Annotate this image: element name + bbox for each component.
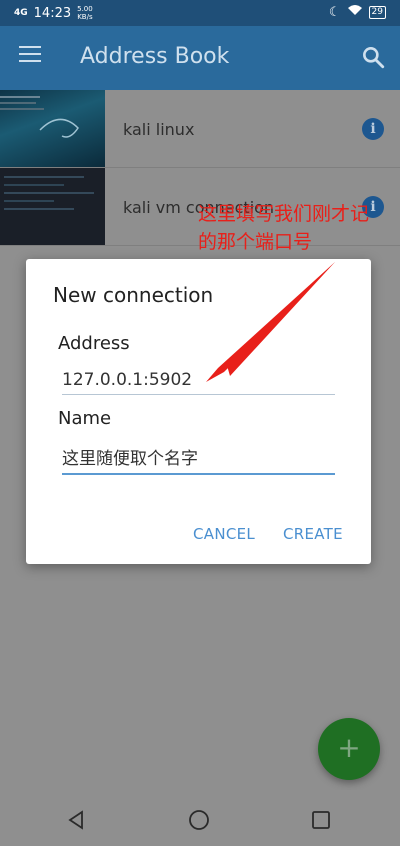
connection-thumbnail: [0, 90, 105, 167]
search-icon[interactable]: [360, 44, 386, 70]
battery-icon: 29: [368, 5, 386, 19]
annotation-text: 这里填写我们刚才记 的那个端口号: [198, 200, 398, 256]
connection-label: kali linux: [123, 120, 195, 139]
navigation-bar: [0, 790, 400, 846]
new-connection-dialog: New connection Address 127.0.0.1:5902 Na…: [26, 259, 371, 564]
status-bar: 4G 14:23 5.00 KB/s ☾ 29: [0, 0, 400, 26]
add-connection-button[interactable]: +: [318, 718, 380, 780]
address-input[interactable]: 127.0.0.1:5902: [62, 370, 335, 395]
name-input[interactable]: 这里随便取个名字: [62, 444, 335, 475]
list-item[interactable]: kali linux i: [0, 90, 400, 168]
recents-icon[interactable]: [309, 808, 333, 832]
address-label: Address: [58, 333, 130, 354]
annotation-line-1: 这里填写我们刚才记: [198, 203, 370, 225]
annotation-line-2: 的那个端口号: [198, 231, 313, 253]
network-speed-value: 5.00: [77, 5, 93, 13]
info-icon[interactable]: i: [362, 118, 384, 140]
app-title: Address Book: [80, 44, 230, 69]
app-bar: Address Book: [0, 26, 400, 90]
moon-icon: ☾: [328, 4, 341, 20]
menu-icon[interactable]: [19, 46, 41, 64]
connection-thumbnail: [0, 168, 105, 245]
status-time: 14:23: [33, 5, 72, 21]
home-icon[interactable]: [187, 808, 211, 832]
wifi-icon: [347, 4, 363, 20]
cancel-button[interactable]: CANCEL: [193, 525, 255, 543]
network-speed: 5.00 KB/s: [77, 5, 93, 21]
network-speed-unit: KB/s: [77, 13, 93, 21]
dialog-title: New connection: [53, 283, 214, 307]
back-icon[interactable]: [64, 808, 88, 832]
create-button[interactable]: CREATE: [283, 525, 343, 543]
name-label: Name: [58, 408, 112, 429]
signal-icon: 4G: [14, 7, 28, 18]
